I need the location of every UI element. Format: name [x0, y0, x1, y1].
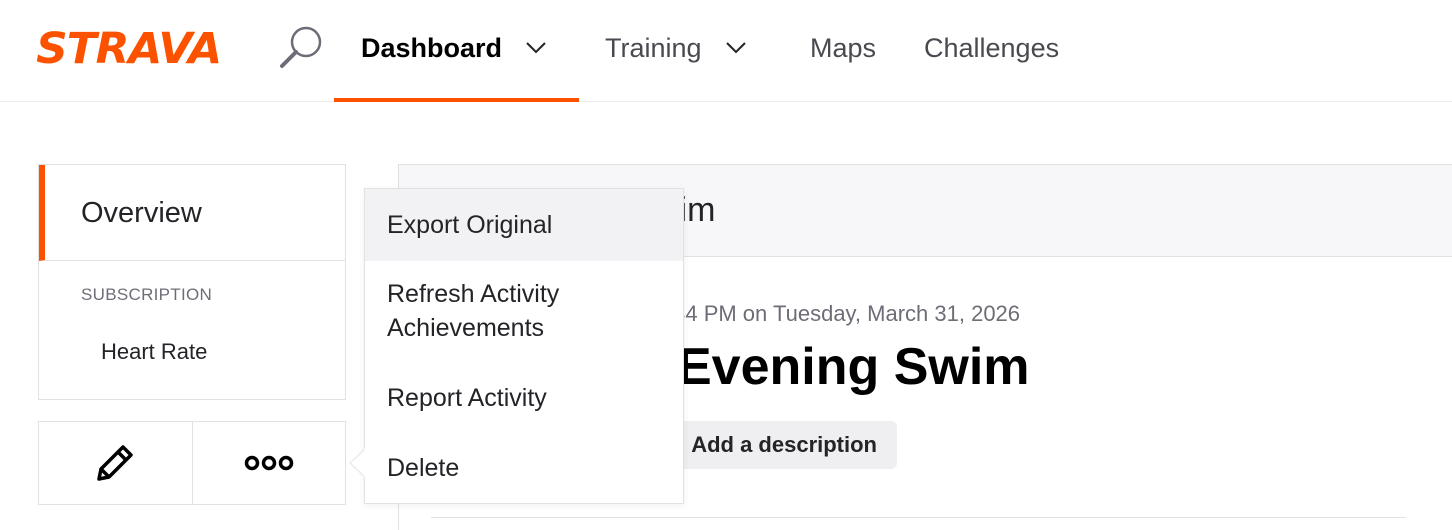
- activity-page: STRAVA Dashboard Training Maps Challenge…: [0, 0, 1452, 530]
- more-actions-menu: Export Original Refresh Activity Achieve…: [364, 188, 684, 504]
- menu-item-delete[interactable]: Delete: [365, 451, 683, 485]
- nav-dashboard-label: Dashboard: [361, 32, 503, 63]
- sidebar-item-overview[interactable]: Overview: [39, 165, 345, 261]
- chevron-down-icon: [725, 42, 746, 54]
- activity-actions: [38, 421, 346, 505]
- menu-item-refresh-line2: Achievements: [387, 314, 545, 342]
- sidebar-item-heart-rate[interactable]: Heart Rate: [101, 339, 207, 365]
- activity-date: :34 PM on Tuesday, March 31, 2026: [667, 301, 1021, 326]
- strava-logo[interactable]: STRAVA: [36, 28, 222, 71]
- edit-button[interactable]: [39, 422, 192, 504]
- nav-maps[interactable]: Maps: [810, 22, 876, 74]
- nav-active-indicator: [334, 98, 579, 102]
- dropdown-caret: [349, 448, 366, 478]
- menu-item-report-activity[interactable]: Report Activity: [365, 381, 683, 415]
- nav-training[interactable]: Training: [605, 22, 746, 74]
- add-description-button[interactable]: Add a description: [669, 421, 897, 469]
- search-icon[interactable]: [276, 24, 324, 70]
- menu-item-refresh-line1: Refresh Activity: [387, 280, 560, 308]
- nav-challenges[interactable]: Challenges: [924, 22, 1059, 74]
- nav-training-label: Training: [605, 32, 702, 63]
- sidebar-heading-subscription: SUBSCRIPTION: [81, 285, 213, 304]
- top-navigation: STRAVA Dashboard Training Maps Challenge…: [0, 0, 1452, 102]
- activity-name: Evening Swim: [677, 338, 1030, 396]
- more-actions-button[interactable]: [191, 422, 346, 504]
- nav-dashboard[interactable]: Dashboard: [361, 22, 546, 74]
- menu-item-export-original[interactable]: Export Original: [365, 189, 683, 261]
- menu-item-refresh-achievements[interactable]: Refresh Activity Achievements: [365, 277, 683, 345]
- pencil-icon: [97, 445, 133, 481]
- chevron-down-icon: [526, 42, 546, 54]
- sidebar-menu: Overview SUBSCRIPTION Heart Rate: [38, 164, 346, 400]
- more-icon: [244, 455, 293, 471]
- divider: [431, 517, 1406, 518]
